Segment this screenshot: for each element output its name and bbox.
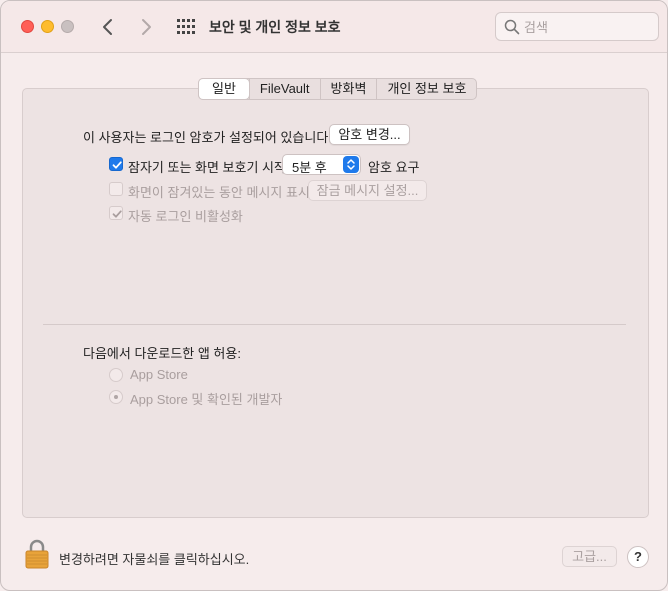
password-delay-select[interactable]: 5분 후 <box>282 154 361 175</box>
checkmark-icon <box>112 161 122 169</box>
change-password-button[interactable]: 암호 변경... <box>329 124 410 145</box>
chevron-right-icon <box>142 19 151 35</box>
password-delay-value: 5분 후 <box>292 160 327 175</box>
radio-app-store-label: App Store <box>130 367 188 382</box>
tab-bar: 일반 FileVault 방화벽 개인 정보 보호 <box>198 78 478 100</box>
show-message-label: 화면이 잠겨있는 동안 메시지 표시 <box>128 185 310 200</box>
radio-selected-dot <box>114 395 118 399</box>
lock-icon <box>25 539 49 569</box>
lock-button[interactable] <box>25 539 49 569</box>
grid-icon <box>177 19 195 34</box>
tab-general[interactable]: 일반 <box>199 79 249 99</box>
show-all-button[interactable] <box>177 19 195 35</box>
search-icon <box>504 19 520 35</box>
downloads-heading: 다음에서 다운로드한 앱 허용: <box>83 346 241 361</box>
checkmark-icon <box>112 210 122 218</box>
lock-hint-text: 변경하려면 자물쇠를 클릭하십시오. <box>59 552 250 567</box>
show-message-checkbox[interactable] <box>109 182 123 196</box>
radio-app-store[interactable] <box>109 368 123 382</box>
close-window-button[interactable] <box>21 20 34 33</box>
disable-auto-login-label: 자동 로그인 비활성화 <box>128 209 243 224</box>
window-title: 보안 및 개인 정보 보호 <box>209 19 341 35</box>
set-lock-message-button[interactable]: 잠금 메시지 설정... <box>308 180 427 201</box>
tab-filevault[interactable]: FileVault <box>248 79 320 99</box>
stepper-icon <box>343 156 359 173</box>
require-password-label: 잠자기 또는 화면 보호기 시작 <box>128 160 286 175</box>
search-input[interactable] <box>524 17 652 37</box>
zoom-window-button[interactable] <box>61 20 74 33</box>
forward-button[interactable] <box>135 15 157 39</box>
disable-auto-login-checkbox[interactable] <box>109 206 123 220</box>
advanced-button[interactable]: 고급... <box>562 546 617 567</box>
chevron-left-icon <box>103 19 112 35</box>
password-set-text: 이 사용자는 로그인 암호가 설정되어 있습니다. <box>83 130 332 145</box>
help-button[interactable]: ? <box>627 546 649 568</box>
section-divider <box>43 324 626 325</box>
title-bar: 보안 및 개인 정보 보호 <box>1 1 667 53</box>
preferences-window: 보안 및 개인 정보 보호 일반 FileVault 방화벽 개인 정보 보호 … <box>0 0 668 591</box>
require-password-suffix: 암호 요구 <box>368 160 420 175</box>
require-password-checkbox[interactable] <box>109 157 123 171</box>
tab-firewall[interactable]: 방화벽 <box>319 79 377 99</box>
radio-app-store-identified-label: App Store 및 확인된 개발자 <box>130 392 283 407</box>
search-field[interactable] <box>495 12 659 41</box>
content-panel <box>22 88 649 518</box>
tab-privacy[interactable]: 개인 정보 보호 <box>376 79 476 99</box>
minimize-window-button[interactable] <box>41 20 54 33</box>
back-button[interactable] <box>97 15 119 39</box>
radio-app-store-identified[interactable] <box>109 390 123 404</box>
